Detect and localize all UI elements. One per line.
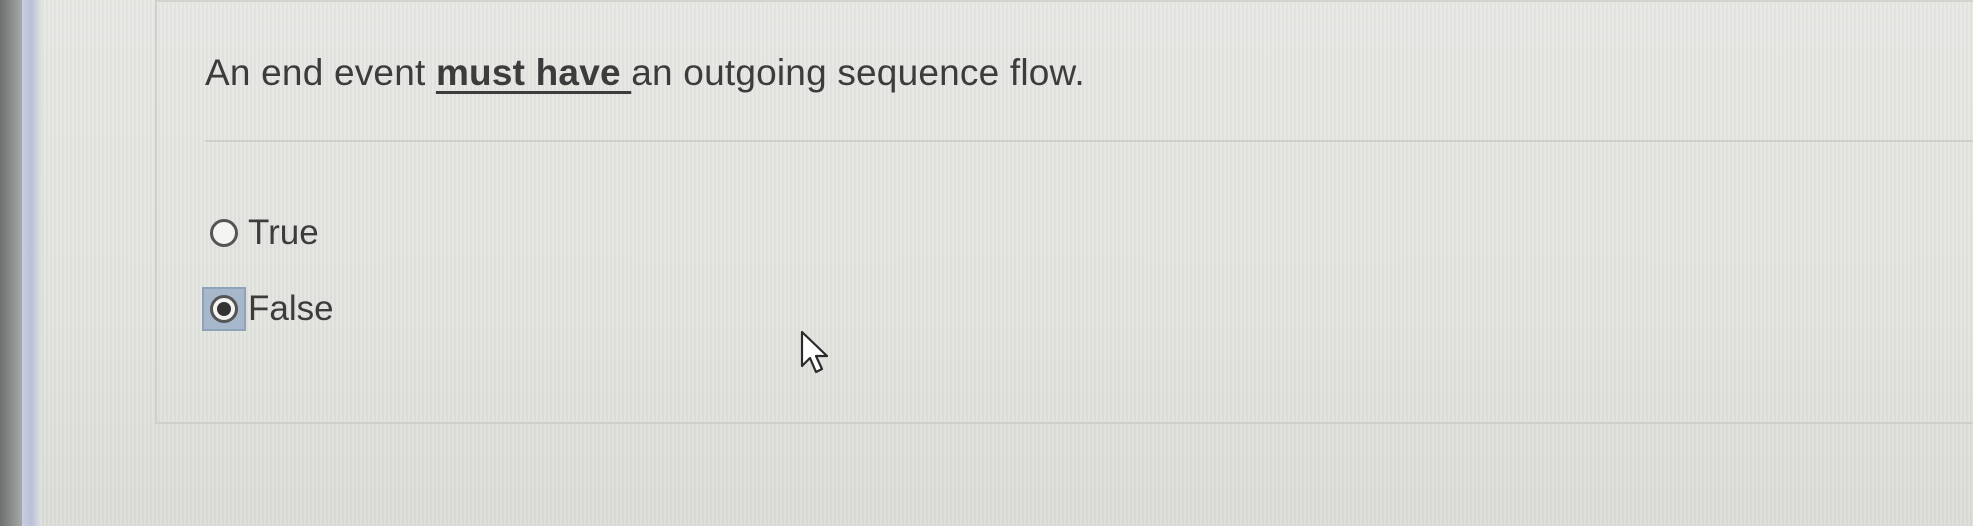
radio-true[interactable] xyxy=(210,219,238,247)
radio-false[interactable] xyxy=(210,295,238,323)
question-text-after: an outgoing sequence flow. xyxy=(631,52,1085,93)
scrollbar-edge xyxy=(22,0,42,526)
question-prompt: An end event must have an outgoing seque… xyxy=(205,52,1085,94)
question-divider xyxy=(205,140,1973,142)
quiz-page: An end event must have an outgoing seque… xyxy=(0,0,1973,526)
radio-false-wrap[interactable] xyxy=(202,287,246,331)
radio-selected-dot xyxy=(217,302,231,316)
radio-true-wrap[interactable] xyxy=(202,211,246,255)
option-false[interactable]: False xyxy=(202,284,334,334)
option-true[interactable]: True xyxy=(210,208,319,258)
window-frame-left xyxy=(0,0,22,526)
option-true-label[interactable]: True xyxy=(248,213,319,253)
question-emphasis: must have xyxy=(435,52,632,93)
option-false-label[interactable]: False xyxy=(248,289,334,329)
question-text-before: An end event xyxy=(205,52,436,93)
mouse-pointer-icon xyxy=(800,330,829,374)
